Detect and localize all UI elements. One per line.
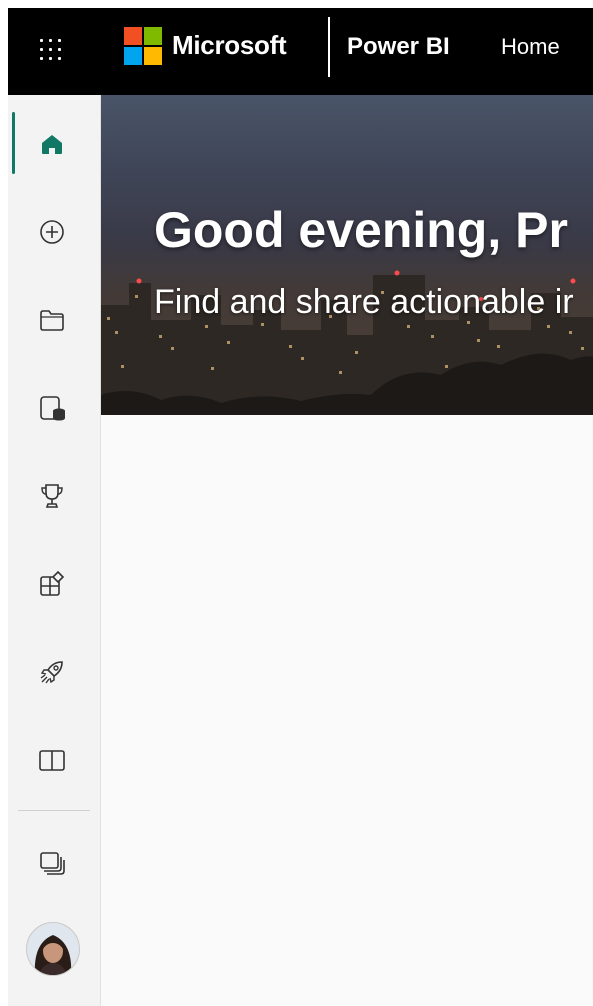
nav-onelake[interactable] — [8, 377, 100, 437]
user-photo-icon — [27, 923, 79, 975]
app-name[interactable]: Power BI — [347, 33, 450, 61]
greeting-heading: Good evening, Pr — [154, 202, 568, 258]
window-margin-top — [0, 0, 593, 8]
user-avatar[interactable] — [26, 922, 80, 976]
rocket-icon — [40, 661, 63, 684]
home-icon — [42, 135, 62, 154]
nav-create[interactable] — [8, 201, 100, 261]
database-icon — [40, 396, 65, 421]
nav-browse[interactable] — [8, 289, 100, 349]
window-margin-left — [0, 0, 8, 1006]
book-icon — [39, 750, 65, 771]
nav-learn[interactable] — [8, 641, 100, 701]
nav-home[interactable] — [8, 113, 100, 173]
nav-metrics[interactable] — [8, 465, 100, 525]
microsoft-brand[interactable]: Microsoft — [172, 30, 287, 61]
plus-circle-icon — [40, 220, 64, 244]
trophy-icon — [41, 484, 63, 508]
nav-apps[interactable] — [8, 553, 100, 613]
breadcrumb-home[interactable]: Home — [501, 34, 560, 60]
hero-banner: Good evening, Pr Find and share actionab… — [101, 95, 593, 415]
stacked-pages-icon — [40, 852, 65, 875]
nav-my-workspace[interactable] — [8, 832, 100, 892]
microsoft-logo-icon — [124, 27, 162, 65]
nav-workspaces[interactable] — [8, 729, 100, 789]
folder-icon — [40, 310, 64, 331]
main-content: Good evening, Pr Find and share actionab… — [101, 95, 593, 1006]
left-navigation — [8, 95, 101, 1006]
brand-divider — [328, 17, 330, 77]
apps-icon — [40, 570, 65, 596]
top-app-bar: Microsoft Power BI Home — [8, 8, 593, 95]
hero-subtitle: Find and share actionable ir — [154, 283, 574, 321]
app-launcher-icon[interactable] — [40, 39, 62, 61]
nav-separator — [18, 810, 90, 811]
